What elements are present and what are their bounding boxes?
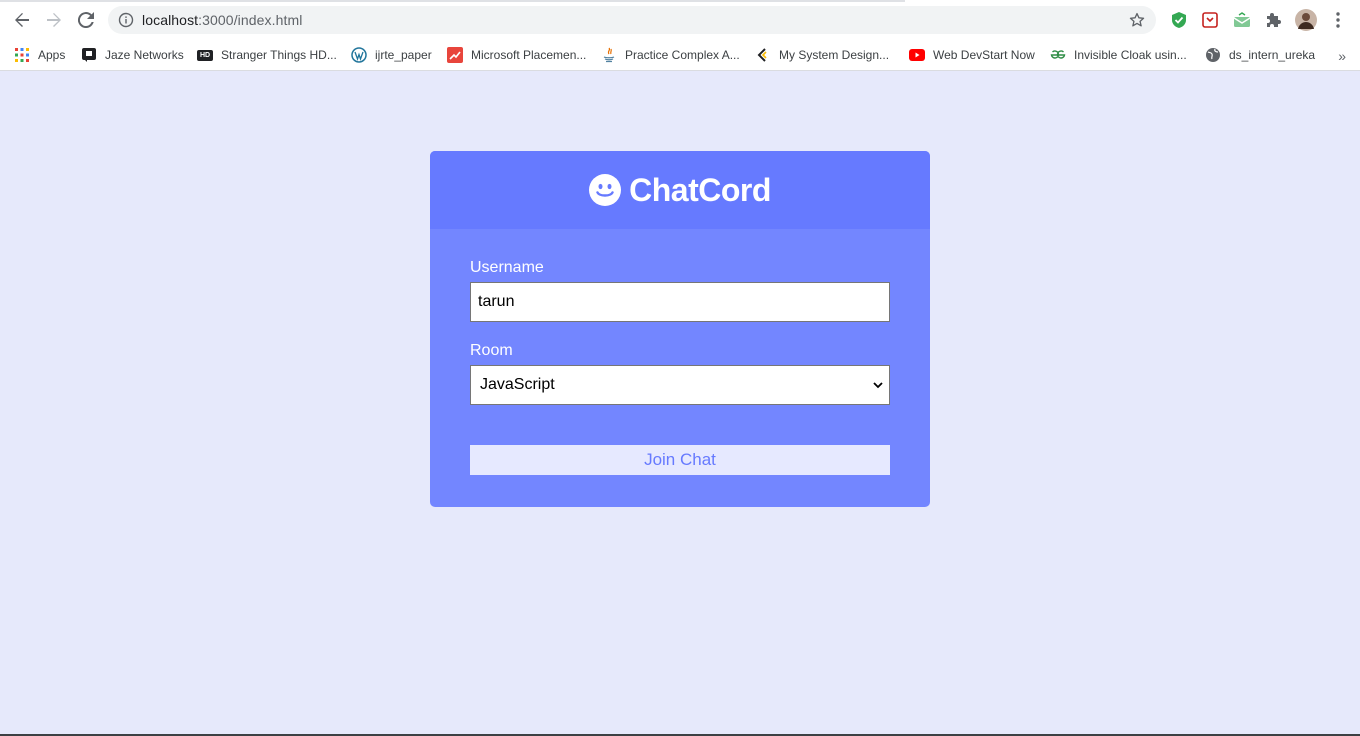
back-button[interactable]: [10, 8, 34, 32]
username-label: Username: [470, 259, 544, 276]
bookmark-label: My System Design...: [779, 48, 890, 62]
url-path: :3000/index.html: [198, 12, 303, 28]
bookmark-star-icon[interactable]: [1128, 11, 1146, 29]
bookmark-ijrte-paper[interactable]: ijrte_paper: [351, 44, 432, 66]
bookmark-system-design[interactable]: My System Design...: [755, 44, 889, 66]
system-design-icon: [757, 48, 767, 62]
join-chat-button[interactable]: Join Chat: [470, 445, 890, 475]
hd-icon: HD: [197, 49, 213, 61]
microsoft-placement-icon: [447, 47, 463, 63]
join-header: ChatCord: [430, 151, 930, 229]
bookmark-practice-complex[interactable]: Practice Complex A...: [601, 44, 740, 66]
shield-extension-icon[interactable]: [1168, 9, 1190, 31]
bookmark-invisible-cloak[interactable]: Invisible Cloak usin...: [1050, 44, 1187, 66]
bookmarks-bar: Apps Jaze Networks HD Stranger Things HD…: [0, 40, 1360, 71]
bookmark-label: Microsoft Placemen...: [471, 48, 587, 62]
bookmark-microsoft-placement[interactable]: Microsoft Placemen...: [447, 44, 586, 66]
username-input[interactable]: [470, 282, 890, 322]
forward-arrow-icon: [47, 13, 61, 27]
youtube-icon: [909, 49, 925, 61]
java-icon: [603, 47, 615, 63]
room-select[interactable]: JavaScript: [470, 365, 890, 405]
address-bar[interactable]: localhost:3000/index.html: [108, 6, 1156, 34]
username-control: Username: [470, 259, 890, 322]
pocket-extension-icon[interactable]: [1199, 9, 1221, 31]
back-arrow-icon: [15, 13, 29, 27]
bookmark-label: ijrte_paper: [375, 48, 432, 62]
extensions-puzzle-icon[interactable]: [1263, 9, 1285, 31]
reload-icon: [78, 12, 94, 28]
wordpress-icon: [351, 47, 367, 63]
bookmark-label: Practice Complex A...: [625, 48, 740, 62]
url-host: localhost: [142, 12, 199, 28]
app-title: ChatCord: [629, 171, 771, 208]
more-bookmarks-chevron-icon[interactable]: »: [1338, 48, 1346, 64]
forward-button[interactable]: [42, 8, 66, 32]
join-form: Username Room JavaScript Join Chat: [430, 229, 930, 505]
bookmark-jaze-networks[interactable]: Jaze Networks: [81, 44, 184, 66]
apps-grid-icon: [15, 48, 29, 62]
bookmark-label: Web DevStart Now: [933, 48, 1035, 62]
bookmark-label: Apps: [38, 48, 66, 62]
mail-extension-icon[interactable]: [1231, 9, 1253, 31]
geeksforgeeks-icon: [1050, 50, 1066, 59]
url-text[interactable]: localhost:3000/index.html: [142, 12, 303, 28]
bookmark-label: Invisible Cloak usin...: [1074, 48, 1187, 62]
join-container: ChatCord Username Room JavaScript Join C…: [430, 151, 930, 507]
profile-avatar[interactable]: [1295, 9, 1317, 31]
tab-strip-edge: [0, 0, 905, 2]
reload-button[interactable]: [74, 8, 98, 32]
room-control: Room JavaScript: [470, 342, 890, 405]
smiley-icon: [589, 174, 622, 206]
browser-toolbar: localhost:3000/index.html: [0, 0, 1360, 40]
room-label: Room: [470, 342, 513, 359]
room-selected-value: JavaScript: [480, 376, 555, 393]
globe-icon: [1206, 48, 1220, 62]
bookmark-label: Jaze Networks: [105, 48, 184, 62]
site-info-icon[interactable]: [118, 12, 134, 28]
bookmark-stranger-things[interactable]: HD Stranger Things HD...: [197, 44, 337, 66]
bookmark-ds-intern[interactable]: ds_intern_ureka: [1205, 44, 1315, 66]
bookmark-label: Stranger Things HD...: [221, 48, 337, 62]
browser-menu-icon[interactable]: [1327, 9, 1349, 31]
chevron-down-icon: [873, 382, 883, 389]
bookmark-label: ds_intern_ureka: [1229, 48, 1316, 62]
bookmark-apps[interactable]: Apps: [14, 44, 65, 66]
jaze-icon: [82, 48, 96, 62]
bookmark-web-devstart[interactable]: Web DevStart Now: [909, 44, 1035, 66]
